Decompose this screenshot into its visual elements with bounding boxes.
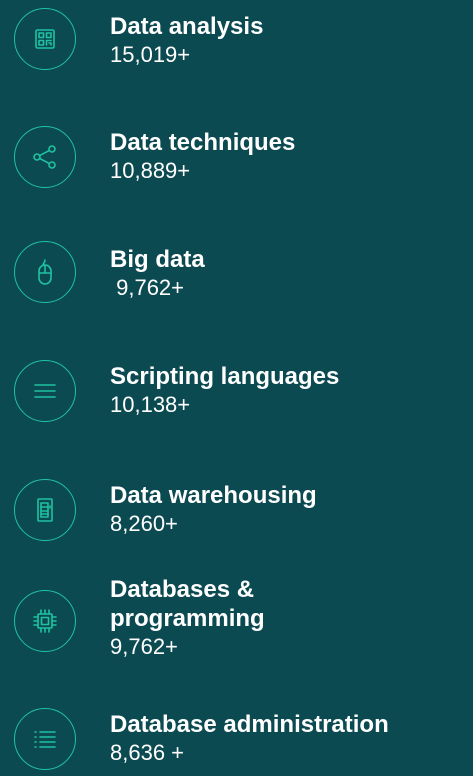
item-title: Scripting languages bbox=[110, 363, 340, 390]
qr-code-icon bbox=[14, 8, 76, 70]
mouse-icon bbox=[14, 241, 76, 303]
list-icon bbox=[14, 708, 76, 770]
chip-icon bbox=[14, 590, 76, 652]
item-title: Data warehousing bbox=[110, 482, 317, 509]
server-cabinet-icon bbox=[14, 479, 76, 541]
item-title: Big data bbox=[110, 246, 205, 273]
item-count: 8,260+ bbox=[110, 511, 178, 536]
item-title: Data analysis bbox=[110, 13, 264, 40]
item-count: 8,636 + bbox=[110, 740, 185, 765]
item-count: 9,762+ bbox=[110, 634, 178, 659]
item-count: 10,889+ bbox=[110, 158, 191, 183]
item-count: 9,762+ bbox=[110, 275, 185, 300]
share-icon bbox=[14, 126, 76, 188]
menu-lines-icon bbox=[14, 360, 76, 422]
item-title: Database administration bbox=[110, 711, 389, 738]
item-count: 10,138+ bbox=[110, 392, 191, 417]
item-count: 15,019+ bbox=[110, 42, 191, 67]
item-title: Databases & programming bbox=[110, 576, 265, 632]
skills-list: Data analysis 15,019+ Data techniques 10… bbox=[0, 0, 473, 776]
item-title: Data techniques bbox=[110, 129, 296, 156]
